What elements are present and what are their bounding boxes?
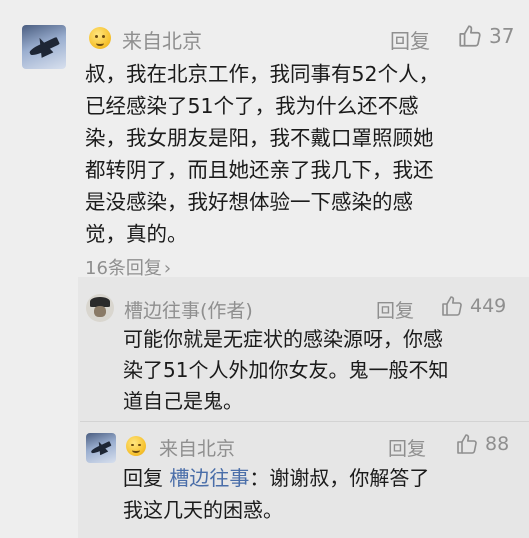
reply-count: 16条回复 <box>85 258 162 279</box>
reply-line: 可能你就是无症状的感染源呀，你感 <box>123 327 443 351</box>
like-count: 449 <box>470 295 507 317</box>
comment-line: 叔，我在北京工作，我同事有52个人， <box>85 62 440 86</box>
thumbs-up-icon <box>459 25 481 47</box>
author-avatar[interactable] <box>86 294 114 322</box>
chevron-right-icon: › <box>163 258 172 279</box>
comment-line: 都转阴了，而且她还亲了我几下，我还 <box>85 158 434 182</box>
like-button[interactable]: 88 <box>455 432 509 456</box>
thumbs-up-icon <box>442 296 462 316</box>
divider <box>80 421 529 422</box>
comment-line: 觉，真的。 <box>85 222 188 246</box>
reply-line: 道自己是鬼。 <box>123 389 243 413</box>
thumbs-up-icon <box>457 434 477 454</box>
comment-line: 是没感染，我好想体验一下感染的感 <box>85 190 413 214</box>
reply-line: 我这几天的困惑。 <box>123 498 283 522</box>
comment-line: 染，我女朋友是阳，我不戴口罩照顾她 <box>85 126 434 150</box>
smiley-icon <box>89 27 111 49</box>
comment-location: 来自北京 <box>122 29 202 53</box>
reply-line: 回复 槽边往事：谢谢叔，你解答了 <box>123 462 429 494</box>
comment-location: 来自北京 <box>159 438 236 460</box>
reply-body: 回复 槽边往事：谢谢叔，你解答了 我这几天的困惑。 <box>123 462 429 526</box>
like-button[interactable]: 37 <box>457 23 514 49</box>
reply-text: ：谢谢叔，你解答了 <box>249 466 430 490</box>
user-avatar[interactable] <box>22 25 66 69</box>
reply-body: 可能你就是无症状的感染源呀，你感 染了51个人外加你女友。鬼一般不知 道自己是鬼… <box>123 324 448 417</box>
mention-link[interactable]: 槽边往事 <box>169 466 249 490</box>
like-count: 88 <box>485 433 510 455</box>
comment-line: 已经感染了51个了，我为什么还不感 <box>85 94 419 118</box>
reply-prefix: 回复 <box>123 466 163 490</box>
reply-button[interactable]: 回复 <box>376 296 414 323</box>
like-count: 37 <box>489 24 515 48</box>
smiley-icon <box>126 436 146 456</box>
author-name[interactable]: 槽边往事(作者) <box>124 296 253 323</box>
reply-button[interactable]: 回复 <box>390 25 430 54</box>
user-avatar[interactable] <box>86 433 116 463</box>
like-button[interactable]: 449 <box>440 294 506 318</box>
reply-button[interactable]: 回复 <box>388 434 426 461</box>
reply-line: 染了51个人外加你女友。鬼一般不知 <box>123 358 449 382</box>
comment-body: 叔，我在北京工作，我同事有52个人， 已经感染了51个了，我为什么还不感 染，我… <box>85 58 439 250</box>
